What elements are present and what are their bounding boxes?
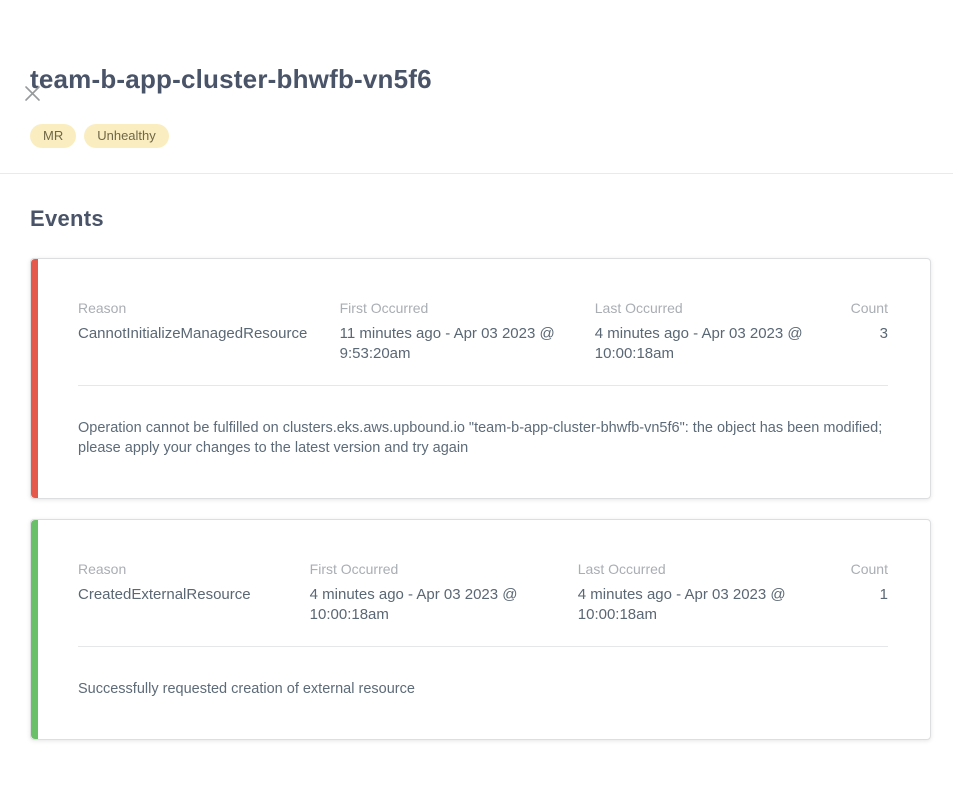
event-reason: CreatedExternalResource (78, 585, 310, 605)
event-first-occurred: 4 minutes ago - Apr 03 2023 @ 10:00:18am (310, 585, 578, 625)
event-message: Operation cannot be fulfilled on cluster… (78, 418, 888, 458)
header-divider (0, 173, 953, 174)
badge-unhealthy: Unhealthy (84, 124, 169, 148)
count-column: Count 3 (827, 299, 888, 364)
event-count: 3 (827, 324, 888, 344)
first-occurred-column: First Occurred 11 minutes ago - Apr 03 2… (340, 299, 595, 364)
badge-mr: MR (30, 124, 76, 148)
page-title: team-b-app-cluster-bhwfb-vn5f6 (30, 64, 953, 94)
column-header-reason: Reason (78, 299, 340, 317)
event-reason: CannotInitializeManagedResource (78, 324, 340, 344)
column-header-last-occurred: Last Occurred (578, 560, 827, 578)
event-last-occurred: 4 minutes ago - Apr 03 2023 @ 10:00:18am (595, 324, 827, 364)
column-header-first-occurred: First Occurred (310, 560, 578, 578)
first-occurred-column: First Occurred 4 minutes ago - Apr 03 20… (310, 560, 578, 625)
event-count: 1 (827, 585, 888, 605)
event-table: Reason CreatedExternalResource First Occ… (78, 560, 888, 625)
column-header-count: Count (827, 560, 888, 578)
column-header-first-occurred: First Occurred (340, 299, 595, 317)
last-occurred-column: Last Occurred 4 minutes ago - Apr 03 202… (578, 560, 827, 625)
reason-column: Reason CreatedExternalResource (78, 560, 310, 625)
close-icon (24, 85, 41, 102)
column-header-last-occurred: Last Occurred (595, 299, 827, 317)
event-card-error: Reason CannotInitializeManagedResource F… (30, 258, 931, 499)
column-header-reason: Reason (78, 560, 310, 578)
success-status-bar (31, 520, 38, 739)
reason-column: Reason CannotInitializeManagedResource (78, 299, 340, 364)
event-card-success: Reason CreatedExternalResource First Occ… (30, 519, 931, 740)
close-button[interactable] (16, 77, 49, 110)
resource-detail-panel: { "modal": { "title": "team-b-app-cluste… (0, 64, 953, 811)
event-table: Reason CannotInitializeManagedResource F… (78, 299, 888, 364)
column-header-count: Count (827, 299, 888, 317)
card-divider (78, 385, 888, 386)
count-column: Count 1 (827, 560, 888, 625)
card-divider (78, 646, 888, 647)
error-status-bar (31, 259, 38, 498)
event-first-occurred: 11 minutes ago - Apr 03 2023 @ 9:53:20am (340, 324, 595, 364)
event-last-occurred: 4 minutes ago - Apr 03 2023 @ 10:00:18am (578, 585, 827, 625)
badge-row: MR Unhealthy (30, 124, 953, 148)
event-message: Successfully requested creation of exter… (78, 679, 888, 699)
last-occurred-column: Last Occurred 4 minutes ago - Apr 03 202… (595, 299, 827, 364)
events-heading: Events (30, 206, 953, 232)
